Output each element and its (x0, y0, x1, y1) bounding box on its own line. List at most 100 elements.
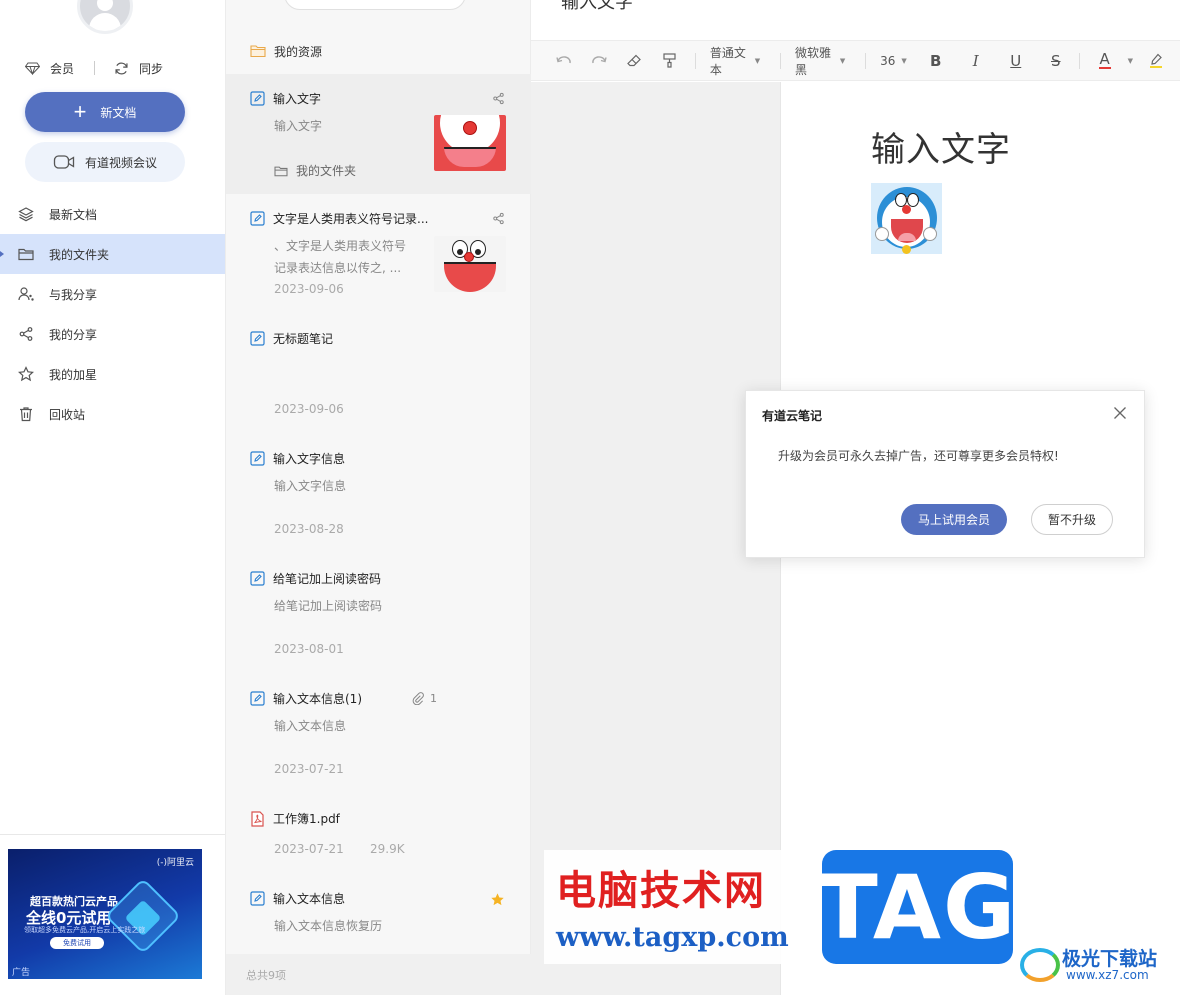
note-title-row: 文字是人类用表义符号记录... (250, 210, 507, 227)
folder-icon (18, 246, 34, 262)
pdf-icon (250, 810, 265, 827)
underline-button[interactable]: U (1005, 49, 1027, 73)
plus-icon: + (73, 99, 87, 124)
note-edit-icon (250, 691, 265, 706)
video-meeting-button[interactable]: 有道视频会议 (25, 142, 185, 182)
file-size: 29.9K (370, 842, 405, 856)
sidebar-item-starred[interactable]: 我的加星 (0, 354, 225, 394)
ad-description: 领取超多免费云产品,开启云上实践之旅 (24, 926, 146, 934)
font-family-select[interactable]: 微软雅黑 ▼ (795, 44, 845, 78)
paragraph-style-select[interactable]: 普通文本 ▼ (710, 44, 760, 78)
editor-title-input[interactable]: 输入文字 (561, 0, 633, 14)
note-title: 工作簿1.pdf (273, 812, 340, 826)
note-title: 输入文本信息 (273, 892, 346, 906)
note-title-row: 给笔记加上阅读密码 (250, 570, 507, 587)
note-date: 2023-09-06 (274, 282, 344, 296)
highlighter-icon[interactable] (1145, 49, 1167, 73)
divider (780, 52, 781, 69)
list-item[interactable]: 输入文字信息 输入文字信息 2023-08-28 (226, 434, 531, 554)
note-title: 给笔记加上阅读密码 (273, 572, 382, 586)
sidebar-nav: 最新文档 我的文件夹 与我分享 我的分享 我的加星 回收站 (0, 194, 225, 434)
sidebar-item-my-folder[interactable]: 我的文件夹 (0, 234, 225, 274)
share-icon[interactable] (492, 212, 505, 225)
note-date: 2023-09-06 (274, 402, 344, 416)
sidebar-item-label: 我的文件夹 (49, 247, 110, 262)
note-edit-icon (250, 211, 265, 226)
dialog-message: 升级为会员可永久去掉广告，还可尊享更多会员特权! (778, 449, 1059, 463)
trash-icon (18, 406, 34, 422)
image-tongue (898, 233, 916, 241)
avatar[interactable] (77, 0, 133, 34)
redo-icon[interactable] (588, 49, 610, 73)
sidebar-item-trash[interactable]: 回收站 (0, 394, 225, 434)
caret-down-icon: ▼ (754, 56, 761, 65)
ad-free-trial-button[interactable]: 免费试用 (50, 937, 104, 949)
list-item[interactable]: 输入文本信息(1) 1 输入文本信息 2023-07-21 (226, 674, 531, 794)
sidebar-item-label: 最新文档 (49, 207, 98, 222)
font-size-select[interactable]: 36 ▼ (880, 54, 907, 68)
note-title-row: 输入文字 (250, 90, 507, 107)
list-item[interactable]: 无标题笔记 2023-09-06 (226, 314, 531, 434)
divider (94, 61, 96, 75)
image-nose (902, 205, 911, 214)
sidebar: 会员 同步 + 新文档 有道视频会议 最新文档 我的文件夹 与我分享 我的分享 … (0, 0, 226, 995)
attachment-count: 1 (412, 692, 437, 705)
sidebar-item-my-shares[interactable]: 我的分享 (0, 314, 225, 354)
member-label[interactable]: 会员 (50, 60, 74, 77)
note-title-row: 输入文本信息(1) (250, 690, 507, 707)
note-snippet: 输入文本信息恢复历 (274, 919, 383, 933)
watermark-site-logo: 电脑技术网 www.tagxp.com (544, 850, 814, 964)
star-filled-icon[interactable] (490, 892, 505, 907)
advertisement-banner[interactable]: (-)阿里云 超百款热门云产品 全线0元试用 领取超多免费云产品,开启云上实践之… (8, 849, 202, 979)
note-date: 2023-07-21 (274, 842, 344, 856)
close-icon[interactable] (1112, 405, 1128, 421)
note-edit-icon (250, 331, 265, 346)
list-item[interactable]: 工作簿1.pdf 2023-07-21 29.9K (226, 794, 531, 874)
note-date: 2023-08-28 (274, 522, 344, 536)
sidebar-item-shared-with-me[interactable]: 与我分享 (0, 274, 225, 314)
list-item[interactable]: 文字是人类用表义符号记录... 、文字是人类用表义符号记录表达信息以传之, ..… (226, 194, 531, 314)
new-document-button[interactable]: + 新文档 (25, 92, 185, 132)
note-date: 2023-08-01 (274, 642, 344, 656)
eraser-icon[interactable] (623, 49, 645, 73)
font-color-letter: A (1099, 50, 1110, 68)
bold-button[interactable]: B (925, 49, 947, 73)
my-resources-item[interactable]: 我的资源 (226, 36, 531, 66)
italic-button[interactable]: I (965, 49, 987, 73)
strikethrough-button[interactable]: S (1045, 49, 1067, 73)
format-painter-icon[interactable] (658, 49, 680, 73)
note-snippet: 输入文本信息 (274, 719, 347, 733)
divider (0, 834, 225, 835)
note-thumbnail (434, 236, 506, 292)
caret-down-icon: ▼ (901, 56, 907, 65)
list-item[interactable]: 输入文本信息 输入文本信息恢复历 (226, 874, 531, 954)
list-item[interactable]: 给笔记加上阅读密码 给笔记加上阅读密码 2023-08-01 (226, 554, 531, 674)
sync-icon[interactable] (113, 60, 129, 76)
note-title: 无标题笔记 (273, 332, 334, 346)
note-snippet: 输入文字信息 (274, 479, 347, 493)
document-image[interactable] (871, 183, 942, 254)
video-camera-icon (53, 153, 75, 171)
sidebar-item-recent[interactable]: 最新文档 (0, 194, 225, 234)
undo-icon[interactable] (553, 49, 575, 73)
paperclip-icon (412, 692, 424, 705)
share-icon[interactable] (492, 92, 505, 105)
try-membership-button[interactable]: 马上试用会员 (901, 504, 1007, 535)
not-now-button[interactable]: 暂不升级 (1031, 504, 1113, 535)
image-hand-right (923, 227, 937, 241)
aurora-logo-icon (1020, 948, 1060, 982)
folder-icon (250, 44, 266, 58)
document-heading[interactable]: 输入文字 (871, 122, 1011, 171)
account-row: 会员 同步 (24, 58, 163, 78)
sidebar-item-label: 回收站 (49, 407, 86, 422)
font-color-dropdown[interactable]: ▼ (1122, 57, 1133, 65)
ad-brand: (-)阿里云 (156, 858, 194, 868)
divider (1078, 52, 1080, 69)
sync-label[interactable]: 同步 (139, 60, 163, 77)
sidebar-item-label: 我的加星 (49, 367, 98, 382)
search-input[interactable] (284, 0, 466, 10)
font-color-button[interactable]: A (1094, 49, 1116, 73)
attachment-count-value: 1 (430, 692, 437, 705)
note-edit-icon (250, 91, 265, 106)
list-item[interactable]: 输入文字 输入文字 我的文件夹 (226, 74, 531, 194)
